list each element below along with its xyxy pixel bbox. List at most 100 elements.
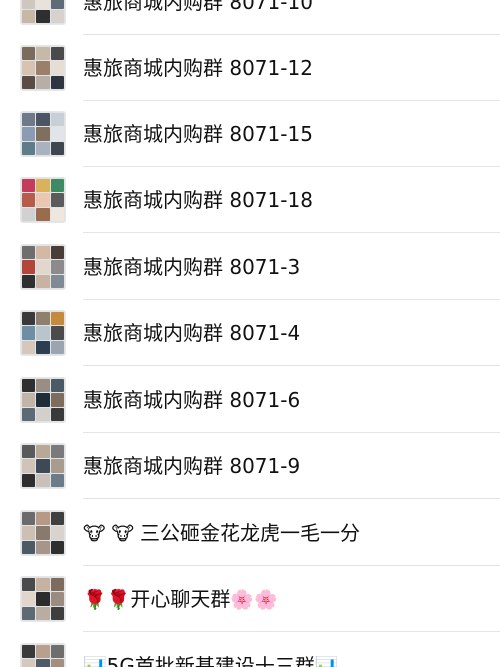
chat-title: 惠旅商城内购群 8071-10 xyxy=(83,0,313,17)
avatar-tile xyxy=(36,578,50,592)
avatar-tile xyxy=(22,61,36,75)
avatar-tile xyxy=(36,659,50,667)
chat-row-sangong[interactable]: 🐮 🐮 三公砸金花龙虎一毛一分 xyxy=(0,500,500,566)
chat-row-8071-4[interactable]: 惠旅商城内购群 8071-4 xyxy=(0,300,500,366)
avatar-tile xyxy=(22,578,36,592)
avatar-tile xyxy=(22,592,36,606)
avatar-tile xyxy=(50,193,64,207)
avatar-tile xyxy=(50,459,64,473)
chat-title: 惠旅商城内购群 8071-18 xyxy=(83,185,313,215)
chat-name: 三公砸金花龙虎一毛一分 xyxy=(140,521,360,545)
avatar-tile xyxy=(22,193,36,207)
avatar-tile xyxy=(36,512,50,526)
avatar-tile xyxy=(22,526,36,540)
cow-emoji-icon: 🐮 xyxy=(83,523,106,545)
avatar-tile xyxy=(36,113,50,127)
chat-row-8071-3[interactable]: 惠旅商城内购群 8071-3 xyxy=(0,234,500,300)
bar-chart-emoji-icon: 📊 xyxy=(314,656,339,667)
avatar-tile xyxy=(22,0,36,9)
chat-title: 惠旅商城内购群 8071-4 xyxy=(83,318,300,348)
chat-name: 惠旅商城内购群 8071-12 xyxy=(83,56,313,80)
group-avatar xyxy=(20,244,66,290)
avatar-tile xyxy=(50,645,64,659)
avatar-tile xyxy=(36,645,50,659)
row-divider xyxy=(83,365,500,366)
chat-title: 🐮 🐮 三公砸金花龙虎一毛一分 xyxy=(83,518,360,548)
chat-row-8071-15[interactable]: 惠旅商城内购群 8071-15 xyxy=(0,101,500,167)
group-avatar xyxy=(20,443,66,489)
avatar-tile xyxy=(36,9,50,23)
avatar-tile xyxy=(22,75,36,89)
avatar-tile xyxy=(36,207,50,221)
chat-row-kaixin[interactable]: 🌹🌹开心聊天群🌸🌸 xyxy=(0,566,500,632)
avatar-tile xyxy=(50,340,64,354)
group-avatar xyxy=(20,0,66,25)
avatar-tile xyxy=(22,207,36,221)
group-avatar xyxy=(20,45,66,91)
avatar-tile xyxy=(36,326,50,340)
chat-row-5g[interactable]: 📊5G首批新基建设十三群📊 xyxy=(0,633,500,667)
avatar-tile xyxy=(36,379,50,393)
avatar-tile xyxy=(22,260,36,274)
rose-emoji-icon: 🌹 xyxy=(106,589,131,611)
chat-row-8071-6[interactable]: 惠旅商城内购群 8071-6 xyxy=(0,367,500,433)
chat-name: 惠旅商城内购群 8071-4 xyxy=(83,321,301,345)
avatar-tile xyxy=(22,407,36,421)
chat-name: 惠旅商城内购群 8071-9 xyxy=(83,454,301,478)
avatar-tile xyxy=(36,526,50,540)
chat-row-8071-18[interactable]: 惠旅商城内购群 8071-18 xyxy=(0,167,500,233)
avatar-tile xyxy=(50,207,64,221)
row-divider xyxy=(83,631,500,632)
avatar-tile xyxy=(50,274,64,288)
avatar-tile xyxy=(22,179,36,193)
avatar-tile xyxy=(36,340,50,354)
avatar-tile xyxy=(50,179,64,193)
avatar-tile xyxy=(22,459,36,473)
avatar-tile xyxy=(50,9,64,23)
avatar-tile xyxy=(50,659,64,667)
row-divider xyxy=(83,232,500,233)
avatar-tile xyxy=(50,61,64,75)
chat-name: 开心聊天群 xyxy=(130,587,231,611)
group-avatar xyxy=(20,111,66,157)
chat-title: 📊5G首批新基建设十三群📊 xyxy=(83,651,339,667)
avatar-tile xyxy=(36,61,50,75)
chat-row-8071-10[interactable]: 惠旅商城内购群 8071-10 xyxy=(0,0,500,35)
avatar-tile xyxy=(22,540,36,554)
avatar-tile xyxy=(36,260,50,274)
avatar-tile xyxy=(50,47,64,61)
avatar-tile xyxy=(22,141,36,155)
avatar-tile xyxy=(22,606,36,620)
chat-title: 🌹🌹开心聊天群🌸🌸 xyxy=(83,584,278,614)
chat-list: 惠旅商城内购群 8071-10 惠旅商城内购群 8071-12 惠旅商城内购群 … xyxy=(0,0,500,667)
avatar-tile xyxy=(22,127,36,141)
avatar-tile xyxy=(50,0,64,9)
avatar-tile xyxy=(36,0,50,9)
avatar-tile xyxy=(50,526,64,540)
avatar-tile xyxy=(50,592,64,606)
chat-name: 惠旅商城内购群 8071-6 xyxy=(83,388,301,412)
avatar-tile xyxy=(36,246,50,260)
group-avatar xyxy=(20,643,66,667)
blossom-emoji-icon: 🌸 xyxy=(230,589,255,611)
chat-name: 惠旅商城内购群 8071-3 xyxy=(83,255,301,279)
avatar-tile xyxy=(36,193,50,207)
avatar-tile xyxy=(50,326,64,340)
avatar-tile xyxy=(50,407,64,421)
avatar-tile xyxy=(22,512,36,526)
avatar-tile xyxy=(50,260,64,274)
group-avatar xyxy=(20,377,66,423)
chat-title: 惠旅商城内购群 8071-9 xyxy=(83,451,300,481)
avatar-tile xyxy=(50,312,64,326)
avatar-tile xyxy=(22,326,36,340)
avatar-tile xyxy=(36,592,50,606)
avatar-tile xyxy=(22,47,36,61)
chat-row-8071-12[interactable]: 惠旅商城内购群 8071-12 xyxy=(0,35,500,101)
chat-row-8071-9[interactable]: 惠旅商城内购群 8071-9 xyxy=(0,433,500,499)
avatar-tile xyxy=(50,113,64,127)
avatar-tile xyxy=(50,75,64,89)
chat-name: 5G首批新基建设十三群 xyxy=(106,654,315,667)
avatar-tile xyxy=(22,393,36,407)
chat-title: 惠旅商城内购群 8071-6 xyxy=(83,385,300,415)
group-avatar xyxy=(20,177,66,223)
